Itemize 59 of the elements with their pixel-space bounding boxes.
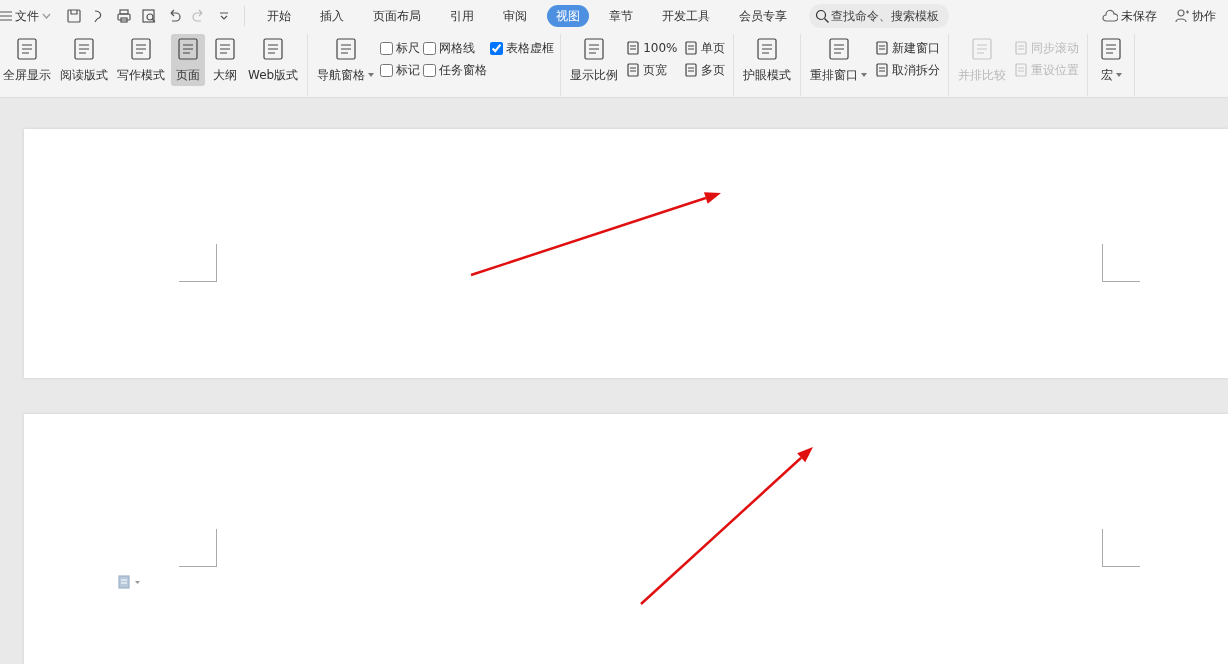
ribbon-tab[interactable]: 开发工具 (653, 5, 719, 27)
search-icon (815, 9, 829, 23)
ribbon-button[interactable]: 宏 (1094, 34, 1129, 86)
checkbox[interactable] (490, 41, 504, 55)
page-icon (626, 63, 641, 77)
user-add-icon (1175, 9, 1189, 23)
ribbon-tab[interactable]: 页面布局 (364, 5, 430, 27)
page-icon (875, 63, 890, 77)
ribbon-button[interactable]: 取消拆分 (873, 59, 943, 81)
ribbon-button[interactable]: 护眼模式 (740, 34, 795, 86)
search-field[interactable]: 查找命令、搜索模板 (809, 4, 949, 28)
ribbon-button[interactable]: 大纲 (208, 34, 242, 86)
ribbon-tab[interactable]: 引用 (441, 5, 483, 27)
ribbon-button[interactable]: 全屏显示 (0, 34, 54, 86)
ribbon-tab[interactable]: 插入 (311, 5, 353, 27)
ribbon-button[interactable]: 显示比例 (567, 34, 622, 86)
checkbox-label[interactable]: 标尺 (396, 39, 421, 57)
print-icon[interactable] (116, 8, 132, 24)
ribbon-button[interactable]: 页宽 (624, 59, 680, 81)
page-icon (684, 63, 699, 77)
save-status: 未保存 (1121, 8, 1157, 25)
ribbon-tab[interactable]: 章节 (600, 5, 642, 27)
margin-corner-mark (179, 244, 217, 282)
save-icon[interactable] (66, 8, 82, 24)
checkbox-label[interactable]: 网格线 (439, 39, 476, 57)
print-preview-icon[interactable] (141, 8, 157, 24)
cloud-icon (1102, 9, 1118, 23)
checkbox[interactable] (380, 41, 394, 55)
ribbon-button[interactable]: 重排窗口 (807, 34, 871, 86)
ribbon-button[interactable]: Web版式 (245, 34, 302, 86)
checkbox[interactable] (423, 63, 437, 77)
margin-corner-mark (179, 529, 217, 567)
margin-corner-mark (1102, 244, 1140, 282)
margin-corner-mark (1102, 529, 1140, 567)
checkbox[interactable] (380, 63, 394, 77)
menu-icon (0, 11, 12, 21)
checkbox-label[interactable]: 表格虚框 (506, 39, 555, 57)
ribbon-button[interactable]: 100% (624, 37, 680, 59)
file-menu[interactable]: 文件 (0, 5, 60, 27)
ribbon-tab[interactable]: 审阅 (494, 5, 536, 27)
checkbox[interactable] (423, 41, 437, 55)
ribbon-button[interactable]: 阅读版式 (57, 34, 111, 86)
page-icon (1014, 41, 1029, 55)
ribbon-button[interactable]: 导航窗格 (314, 34, 378, 86)
page-icon (626, 41, 641, 55)
ribbon-button[interactable]: 写作模式 (114, 34, 168, 86)
ribbon-tab[interactable]: 会员专享 (730, 5, 796, 27)
ribbon-button[interactable]: 新建窗口 (873, 37, 943, 59)
ribbon-button[interactable]: 单页 (682, 37, 728, 59)
checkbox-label[interactable]: 任务窗格 (439, 61, 488, 79)
checkbox-label[interactable]: 标记 (396, 61, 421, 79)
ribbon-button[interactable]: 页面 (171, 34, 205, 86)
chevron-icon (42, 13, 51, 19)
ribbon-button[interactable]: 多页 (682, 59, 728, 81)
ribbon-tab[interactable]: 开始 (258, 5, 300, 27)
page-icon (1014, 63, 1029, 77)
page-icon (684, 41, 699, 55)
share-button[interactable]: 协作 (1166, 5, 1225, 27)
page-icon (875, 41, 890, 55)
